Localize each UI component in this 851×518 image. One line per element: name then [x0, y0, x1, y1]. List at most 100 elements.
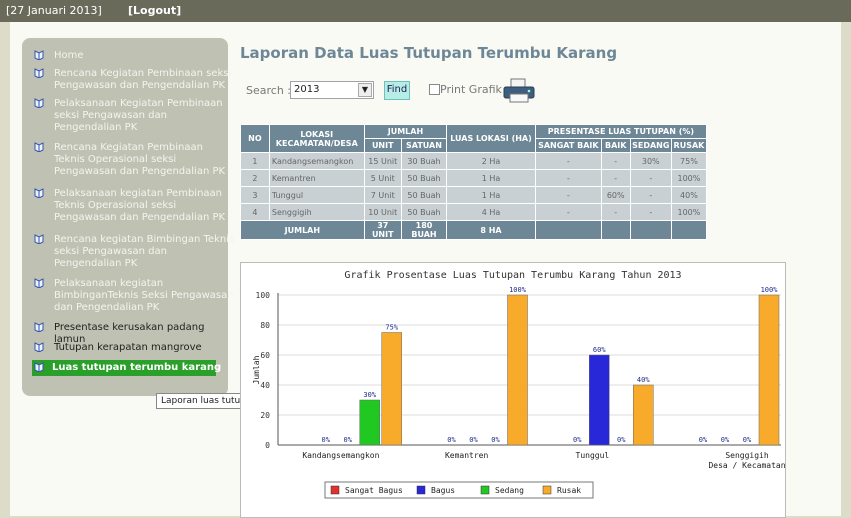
bar — [507, 294, 528, 446]
table-row: 1 Kandangsemangkon 15 Unit 30 Buah 2 Ha - -30%… — [240, 152, 708, 170]
data-label: 0% — [469, 436, 478, 444]
legend-swatch — [542, 485, 552, 495]
legend-swatch — [330, 485, 340, 495]
top-bar: [27 Januari 2013] [Logout] — [0, 0, 851, 22]
book-icon — [34, 50, 44, 60]
col-header-unit: UNIT — [363, 138, 402, 153]
find-button[interactable]: Find — [384, 81, 410, 100]
col-header-baik: BAIK — [600, 138, 631, 153]
table-row: 3 Tunggul 7 Unit 50 Buah 1 Ha -60% -40% — [240, 186, 708, 204]
total-satuan: 180 BUAH — [400, 220, 448, 240]
sidebar-item-terumbu-karang[interactable]: Luas tutupan terumbu karang — [32, 360, 221, 376]
chevron-down-icon[interactable]: ▼ — [358, 83, 372, 97]
data-label: 0% — [617, 436, 626, 444]
y-tick-label: 0 — [265, 441, 270, 450]
data-label: 100% — [761, 286, 779, 294]
data-label: 40% — [637, 376, 650, 384]
book-icon — [34, 188, 44, 198]
col-header-lokasi: LOKASI KECAMATAN/DESA — [268, 124, 365, 153]
cell: - — [600, 169, 631, 187]
cell: - — [600, 203, 631, 221]
sidebar-item-label: Pelaksanaan kegiatan Pembinaan Teknis Op… — [54, 188, 226, 223]
sidebar-item-label: Rencana Kegiatan Pembinaan Teknis Operas… — [54, 142, 226, 177]
logout-link[interactable]: [Logout] — [128, 4, 181, 17]
col-header-no: NO — [240, 124, 270, 153]
x-tick-label: Senggigih — [725, 451, 769, 460]
cell — [670, 220, 708, 240]
cell — [629, 220, 672, 240]
cell: 1 Ha — [446, 186, 536, 204]
book-icon — [34, 322, 44, 332]
sidebar-item-label: Rencana kegiatan Bimbingan Teknis seksi … — [54, 234, 235, 269]
cell: 30% — [629, 152, 672, 170]
bar — [758, 294, 780, 446]
cell: 4 Ha — [446, 203, 536, 221]
cell — [534, 220, 602, 240]
cell: - — [629, 186, 672, 204]
cell: 3 — [240, 186, 270, 204]
sidebar-item-label: Pelaksanaan kegiatan BimbinganTeknis Sek… — [54, 278, 234, 313]
cell: 2 — [240, 169, 270, 187]
y-axis-label: Jumlah — [252, 355, 261, 384]
print-checkbox[interactable] — [429, 84, 440, 95]
x-axis-label: Desa / Kecamatan — [708, 461, 785, 470]
sidebar-item-label: Rencana Kegiatan Pembinaan seksi Pengawa… — [54, 68, 232, 91]
legend-swatch — [480, 485, 490, 495]
date-label: [27 Januari 2013] — [6, 4, 102, 17]
cell: 50 Buah — [400, 203, 448, 221]
total-label: JUMLAH — [240, 220, 365, 240]
page-title: Laporan Data Luas Tutupan Terumbu Karang — [240, 44, 618, 62]
cell: 50 Buah — [400, 169, 448, 187]
book-icon — [34, 68, 44, 78]
data-label: 30% — [363, 391, 376, 399]
cell: 7 Unit — [363, 186, 402, 204]
cell: 10 Unit — [363, 203, 402, 221]
book-icon — [34, 362, 44, 372]
data-label: 0% — [573, 436, 582, 444]
cell: 75% — [670, 152, 708, 170]
book-icon — [34, 142, 44, 152]
y-tick-label: 20 — [260, 411, 270, 420]
y-tick-label: 100 — [256, 291, 271, 300]
data-label: 0% — [447, 436, 456, 444]
printer-icon[interactable] — [502, 78, 536, 104]
sidebar-item-label: Home — [54, 50, 84, 61]
data-label: 0% — [344, 436, 353, 444]
search-label: Search : — [246, 84, 291, 97]
cell: - — [534, 169, 602, 187]
table-total-row: JUMLAH 37 UNIT 180 BUAH 8 HA — [240, 220, 708, 240]
cell: - — [534, 203, 602, 221]
data-label: 0% — [721, 436, 730, 444]
legend-swatch — [416, 485, 426, 495]
year-select[interactable]: 2013 ▼ — [290, 81, 374, 99]
year-select-value: 2013 — [294, 84, 320, 95]
bar — [359, 399, 380, 446]
legend-label: Sedang — [495, 486, 524, 495]
table-row: 2 Kemantren 5 Unit 50 Buah 1 Ha - - -100% — [240, 169, 708, 187]
col-header-presentase: PRESENTASE LUAS TUTUPAN (%) — [534, 124, 708, 139]
x-tick-label: Kandangsemangkon — [302, 451, 379, 460]
cell: 100% — [670, 203, 708, 221]
data-label: 60% — [593, 346, 606, 354]
sidebar-item-label: Pelaksanaan Kegiatan Pembinaan seksi Pen… — [54, 98, 223, 133]
legend-label: Sangat Bagus — [345, 486, 403, 495]
cell: 40% — [670, 186, 708, 204]
table-row: 4 Senggigih 10 Unit 50 Buah 4 Ha - - -100% — [240, 203, 708, 221]
bar-chart: 0 20 40 60 80 100 Kandangsemangkon 0% 0% 30% 75% Ke… — [252, 286, 785, 499]
book-icon — [34, 278, 44, 288]
chart-panel: Grafik Prosentase Luas Tutupan Terumbu K… — [240, 262, 786, 518]
cell: 100% — [670, 169, 708, 187]
legend-label: Rusak — [557, 486, 581, 495]
cell: Kandangsemangkon — [268, 152, 365, 170]
cell: 5 Unit — [363, 169, 402, 187]
cell: Senggigih — [268, 203, 365, 221]
bar — [633, 384, 654, 446]
sidebar-item-label: Tutupan kerapatan mangrove — [54, 342, 202, 353]
cell: 1 — [240, 152, 270, 170]
cell: - — [600, 152, 631, 170]
col-header-jumlah: JUMLAH — [363, 124, 448, 139]
col-header-satuan: SATUAN — [400, 138, 448, 153]
cell: 60% — [600, 186, 631, 204]
cell: - — [534, 152, 602, 170]
total-luas: 8 HA — [446, 220, 536, 240]
